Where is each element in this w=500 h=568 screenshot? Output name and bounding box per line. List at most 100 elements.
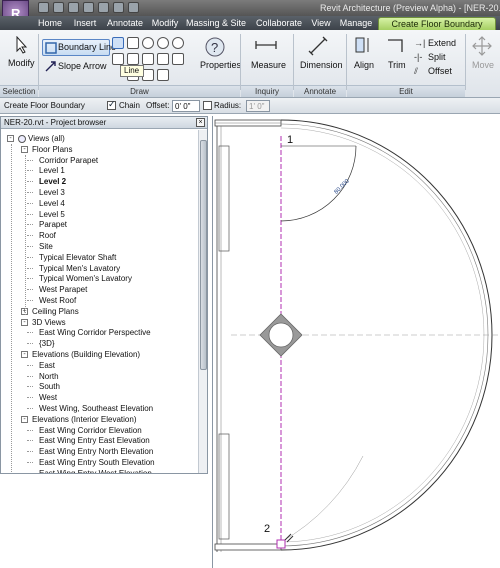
tree-expander-icon[interactable]: - — [21, 415, 28, 423]
tree-view-item[interactable]: Typical Elevator Shaft — [39, 252, 116, 263]
tree-guide-line — [11, 144, 12, 473]
project-tree: - Views (all) - Floor Plans Corridor Parapet… — [1, 130, 197, 473]
open-icon[interactable] — [38, 2, 49, 13]
rectangle-tool-icon[interactable] — [127, 37, 139, 49]
radius-field[interactable]: 1' 0" — [246, 100, 270, 112]
trim-button[interactable]: Trim — [388, 60, 406, 70]
tree-view-item[interactable]: Typical Women's Lavatory — [39, 273, 132, 284]
boundary-line-icon — [45, 42, 57, 54]
undo-icon[interactable] — [68, 2, 79, 13]
panel-label-annotate: Annotate — [294, 85, 346, 97]
line-tool-icon[interactable] — [112, 37, 124, 49]
tab-insert[interactable]: Insert — [68, 17, 102, 30]
tree-connector — [27, 440, 33, 442]
tree-view-item[interactable]: {3D} — [39, 338, 55, 349]
extend-icon: →| — [414, 38, 426, 48]
tree-view-item[interactable]: Roof — [39, 230, 56, 241]
tree-connector — [27, 375, 33, 377]
offset-button[interactable]: Offset — [428, 66, 452, 76]
tab-collaborate[interactable]: Collaborate — [252, 17, 306, 30]
tree-view-item[interactable]: Level 1 — [39, 165, 65, 176]
tree-view-item[interactable]: West — [39, 392, 57, 403]
scrollbar-thumb[interactable] — [200, 140, 207, 370]
tab-annotate[interactable]: Annotate — [104, 17, 146, 30]
tree-view-item[interactable]: Level 3 — [39, 187, 65, 198]
radius-checkbox[interactable] — [203, 101, 212, 110]
move-button[interactable]: Move — [472, 60, 494, 70]
project-browser-title: NER-20.rvt - Project browser — [4, 118, 107, 127]
svg-text:?: ? — [211, 40, 218, 55]
tree-view-item[interactable]: East Wing Corridor Perspective — [39, 327, 151, 338]
tree-connector — [27, 451, 33, 453]
offset-label: Offset: — [146, 101, 170, 110]
properties-button[interactable]: Properties — [200, 60, 241, 70]
modify-cursor-icon — [16, 36, 28, 54]
sync-icon[interactable] — [98, 2, 109, 13]
extend-button[interactable]: Extend — [428, 38, 456, 48]
tree-view-item[interactable]: Typical Men's Lavatory — [39, 263, 120, 274]
tree-group-label[interactable]: Ceiling Plans — [32, 306, 79, 317]
tree-connector — [27, 278, 33, 280]
tree-view-item[interactable]: East Wing Entry East Elevation — [39, 435, 150, 446]
circle-tool-icon[interactable] — [157, 37, 169, 49]
tree-expander-icon[interactable]: - — [7, 135, 14, 142]
tree-view-item[interactable]: Level 4 — [39, 198, 65, 209]
measure-icon[interactable] — [113, 2, 124, 13]
tree-view-item[interactable]: East Wing Entry South Elevation — [39, 457, 155, 468]
tree-expander-icon[interactable]: - — [21, 145, 28, 153]
tab-home[interactable]: Home — [34, 17, 66, 30]
slope-arrow-button[interactable]: Slope Arrow — [58, 61, 107, 71]
tree-connector — [27, 472, 33, 473]
modify-button[interactable]: Modify — [8, 58, 35, 68]
align-button[interactable]: Align — [354, 60, 374, 70]
tree-expander-icon[interactable]: - — [21, 318, 28, 326]
tab-create-floor-boundary[interactable]: Create Floor Boundary — [378, 17, 496, 30]
chain-checkbox[interactable] — [107, 99, 116, 110]
tree-view-item[interactable]: East Wing Corridor Elevation — [39, 425, 142, 436]
polygon-tool-icon[interactable] — [142, 37, 154, 49]
qat-dropdown-icon[interactable] — [128, 2, 139, 13]
save-icon[interactable] — [53, 2, 64, 13]
ellipse-tool-icon[interactable] — [172, 53, 184, 65]
project-browser-header: NER-20.rvt - Project browser × — [1, 117, 207, 129]
tree-view-item[interactable]: Corridor Parapet — [39, 155, 98, 166]
tree-view-item[interactable]: East Wing Entry West Elevation — [39, 468, 152, 473]
close-icon[interactable]: × — [196, 118, 205, 127]
spline-tool-icon[interactable] — [157, 53, 169, 65]
tangent-arc-tool-icon[interactable] — [127, 53, 139, 65]
tree-group-label[interactable]: Floor Plans — [32, 144, 72, 155]
measure-button[interactable]: Measure — [251, 60, 286, 70]
tab-massing-site[interactable]: Massing & Site — [184, 17, 248, 30]
tree-expander-icon[interactable]: - — [21, 351, 28, 358]
browser-scrollbar[interactable] — [198, 130, 207, 473]
tree-view-item[interactable]: Parapet — [39, 219, 67, 230]
tree-view-item[interactable]: Site — [39, 241, 53, 252]
dimension-button[interactable]: Dimension — [300, 60, 343, 70]
tree-view-item[interactable]: East Wing Entry North Elevation — [39, 446, 153, 457]
fillet-arc-tool-icon[interactable] — [142, 53, 154, 65]
drawing-area[interactable]: 1 2 80.000 — [212, 116, 500, 568]
tab-modify[interactable]: Modify — [148, 17, 182, 30]
measure-icon — [255, 41, 277, 49]
tree-view-item[interactable]: West Wing, Southeast Elevation — [39, 403, 153, 414]
tab-manage[interactable]: Manage — [338, 17, 374, 30]
split-button[interactable]: Split — [428, 52, 446, 62]
tree-group-label[interactable]: Views (all) — [28, 133, 65, 144]
offset-field[interactable]: 0' 0" — [172, 100, 200, 112]
redo-icon[interactable] — [83, 2, 94, 13]
arc-center-tool-icon[interactable] — [172, 37, 184, 49]
tree-view-item[interactable]: West Roof — [39, 295, 76, 306]
tree-view-item[interactable]: Level 2 — [39, 176, 66, 187]
tree-view-item[interactable]: South — [39, 381, 60, 392]
separator — [240, 34, 241, 90]
tree-group-label[interactable]: Elevations (Interior Elevation) — [32, 414, 137, 425]
tab-view[interactable]: View — [308, 17, 334, 30]
tree-view-item[interactable]: North — [39, 371, 59, 382]
arc-start-end-tool-icon[interactable] — [112, 53, 124, 65]
pick-tool-icon[interactable] — [157, 69, 169, 81]
tree-group-label[interactable]: 3D Views — [32, 317, 66, 328]
tree-view-item[interactable]: West Parapet — [39, 284, 87, 295]
tree-view-item[interactable]: Level 5 — [39, 209, 65, 220]
tree-group-label[interactable]: Elevations (Building Elevation) — [32, 349, 140, 360]
tree-view-item[interactable]: East — [39, 360, 55, 371]
